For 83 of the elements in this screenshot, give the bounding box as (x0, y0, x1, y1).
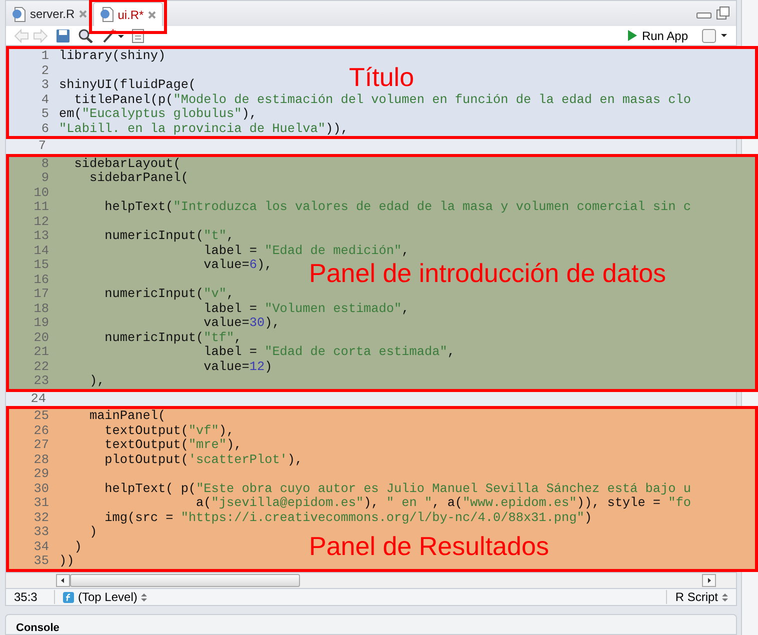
line-number: 15 (32, 258, 49, 273)
code-line: a("jsevilla@epidom.es"), " en ", a("www.epidom.es")), style = "fo (195, 496, 691, 511)
line-number: 19 (32, 316, 49, 331)
file-tab[interactable]: ui.R* (92, 2, 163, 26)
line-number: 35 (32, 554, 49, 569)
line-number: 26 (32, 424, 49, 438)
scrollbar-thumb[interactable] (70, 574, 300, 587)
code-line: textOutput("vf"), (104, 424, 234, 438)
play-icon (628, 30, 637, 42)
code-line: label = "Volumen estimado", (202, 302, 410, 316)
code-line: helpText("Introduzca los valores de edad de la masa y volumen comercial sin c (104, 200, 691, 215)
line-number: 24 (30, 392, 46, 406)
code-line: label = "Edad de corta estimada", (202, 345, 455, 360)
line-number: 5 (40, 107, 49, 122)
line-number: 10 (32, 186, 49, 200)
scroll-right-button[interactable] (702, 574, 716, 587)
line-number: 2 (40, 64, 49, 78)
line-number: 13 (32, 229, 49, 244)
line-number: 30 (32, 482, 49, 496)
code-line: numericInput("v", (104, 287, 234, 302)
wand-icon[interactable] (102, 28, 124, 43)
search-icon[interactable] (78, 28, 94, 43)
line-number: 9 (40, 171, 49, 186)
line-number: 18 (32, 302, 49, 316)
code-line: em("Eucalyptus globulus"), (59, 107, 257, 122)
line-number: 4 (40, 92, 49, 108)
code-line: titlePanel(p("Modelo de estimación del volumen en función de la edad en masas clo (73, 92, 691, 108)
code-line: value=6), (202, 258, 272, 273)
line-number: 32 (32, 510, 49, 526)
line-number: 28 (32, 452, 49, 468)
code-line: numericInput("tf", (104, 330, 242, 346)
layout-dropdown-icon[interactable] (702, 28, 728, 43)
line-number: 8 (40, 156, 49, 172)
line-number: 3 (40, 78, 49, 93)
line-number: 11 (32, 200, 49, 215)
file-tab[interactable]: server.R (6, 2, 93, 26)
code-line: plotOutput('scatterPlot'), (104, 452, 303, 468)
run-app-button[interactable]: Run App (622, 28, 694, 43)
window-controls-icon[interactable] (696, 6, 730, 20)
code-line: "Labill. en la provincia de Huelva")), (59, 122, 348, 136)
annotation-label: Título (349, 63, 414, 92)
line-number: 6 (40, 122, 49, 136)
code-line: library(shiny) (59, 49, 166, 64)
code-line: numericInput("t", (104, 229, 234, 244)
code-line: sidebarLayout( (73, 156, 181, 172)
code-line: ) (73, 540, 82, 554)
code-line: )) (59, 554, 74, 569)
code-line: label = "Edad de medición", (202, 244, 410, 258)
code-line: shinyUI(fluidPage( (59, 78, 196, 93)
line-number: 21 (32, 345, 49, 360)
code-line: mainPanel( (88, 409, 166, 424)
line-number: 22 (32, 360, 49, 374)
line-number: 17 (32, 287, 49, 302)
line-number: 27 (32, 438, 49, 453)
line-number: 14 (32, 244, 49, 258)
code-line: helpText( p("Este obra cuyo autor es Julio Manuel Sevilla Sánchez está bajo u (104, 482, 691, 496)
r-file-icon (100, 7, 114, 22)
code-line: ), (88, 374, 105, 389)
r-file-icon (12, 6, 26, 22)
line-number: 1 (40, 49, 49, 64)
code-line: textOutput("mre"), (104, 438, 242, 453)
code-line: img(src = "https://i.creativecommons.org/l/by-nc/4.0/88x31.png") (104, 510, 592, 526)
annotation-label: Panel de Resultados (309, 532, 549, 560)
code-line: value=12) (202, 360, 272, 374)
line-number: 12 (32, 214, 49, 230)
line-number: 7 (37, 139, 46, 154)
code-line: ) (88, 525, 98, 540)
line-number: 20 (32, 330, 49, 346)
save-icon[interactable] (56, 28, 70, 43)
line-number: 34 (32, 540, 49, 554)
scroll-left-button[interactable] (56, 574, 70, 587)
close-icon[interactable] (148, 10, 156, 19)
console-title: Console (16, 622, 60, 634)
line-number: 16 (32, 272, 49, 288)
code-line: value=30), (202, 316, 280, 331)
close-icon[interactable] (78, 10, 87, 18)
code-line: sidebarPanel( (88, 171, 188, 186)
line-number: 33 (32, 525, 49, 540)
line-number: 23 (32, 374, 49, 389)
line-number: 31 (32, 496, 49, 511)
annotation-label: Panel de introducción de datos (309, 258, 666, 287)
line-number: 25 (32, 409, 49, 424)
line-number: 29 (32, 467, 49, 482)
